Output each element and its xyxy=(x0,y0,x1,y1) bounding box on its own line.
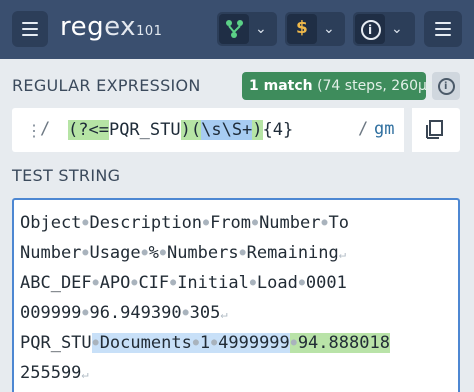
match-info-badge: 1 match (74 steps, 260µs) xyxy=(242,72,440,100)
match-segment: ●94.888018 xyxy=(289,333,390,353)
branch-icon xyxy=(226,20,243,38)
left-menu-button[interactable] xyxy=(12,11,48,47)
hamburger-icon xyxy=(22,22,38,24)
hamburger-icon xyxy=(435,22,451,24)
match-segment: ●Documents●1●4999999 xyxy=(91,333,290,353)
app-logo[interactable]: regex101 xyxy=(60,12,162,42)
copy-icon xyxy=(426,120,443,139)
info-dropdown[interactable]: i ⌄ xyxy=(353,12,415,46)
dollar-icon: $ xyxy=(296,18,308,38)
regex-open-delimiter: / xyxy=(40,119,51,139)
regex-flags[interactable]: gm xyxy=(374,119,394,139)
info-icon: i xyxy=(361,20,381,40)
test-string-section-title: TEST STRING xyxy=(12,166,121,185)
regex-input[interactable]: ⋮ / (?<=PQR_STU)(\s\S+){4} / gm xyxy=(12,108,404,152)
right-menu-button[interactable] xyxy=(424,11,462,47)
test-line: 009999●96.949390●305↵ xyxy=(20,303,228,323)
test-line: 255599↵ xyxy=(20,363,89,383)
chevron-down-icon: ⌄ xyxy=(255,21,267,37)
test-line-match: PQR_STU●Documents●1●4999999●94.888018 xyxy=(20,333,390,353)
top-bar: regex101 ⌄ $ ⌄ i ⌄ xyxy=(0,0,474,59)
regex-section-title: REGULAR EXPRESSION xyxy=(12,76,201,95)
test-string-editor[interactable]: Object●Description●From●Number●To Number… xyxy=(12,198,460,392)
match-details-button[interactable]: i xyxy=(432,72,460,100)
chevron-down-icon: ⌄ xyxy=(323,21,335,37)
test-line: ABC_DEF●APO●CIF●Initial●Load●0001 xyxy=(20,273,347,293)
info-icon: i xyxy=(438,78,455,95)
regex-pattern: (?<=PQR_STU)(\s\S+){4} xyxy=(68,120,294,140)
test-line: Object●Description●From●Number●To xyxy=(20,213,349,233)
flavor-dropdown[interactable]: ⌄ xyxy=(217,12,277,46)
function-dropdown[interactable]: $ ⌄ xyxy=(285,12,345,46)
copy-regex-button[interactable] xyxy=(410,108,460,152)
regex-close-delimiter: / xyxy=(358,119,369,139)
test-line: Number●Usage●%●Numbers●Remaining↵ xyxy=(20,243,346,263)
chevron-down-icon: ⌄ xyxy=(391,21,403,37)
